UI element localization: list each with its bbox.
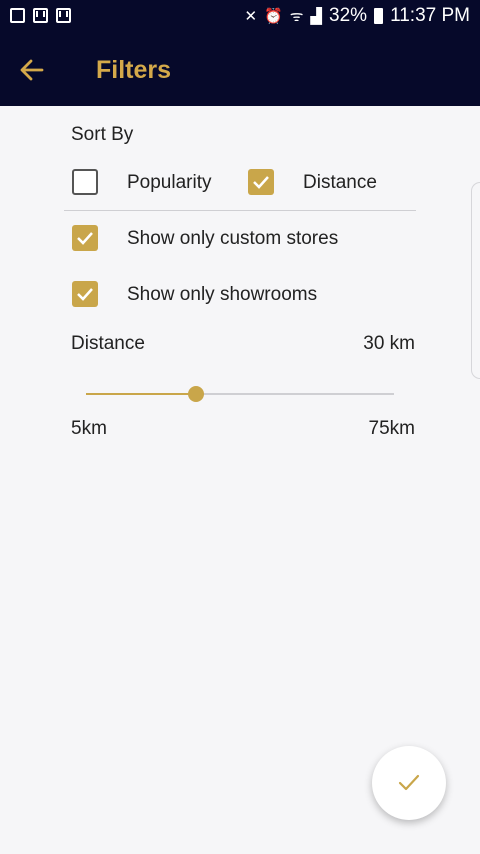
battery-icon bbox=[374, 8, 384, 24]
checkmark-icon bbox=[77, 232, 93, 245]
popularity-checkbox[interactable] bbox=[72, 169, 98, 195]
check-icon bbox=[398, 774, 420, 791]
custom-stores-label[interactable]: Show only custom stores bbox=[127, 228, 338, 250]
slider-track-fill bbox=[86, 393, 196, 395]
distance-sort-label[interactable]: Distance bbox=[303, 172, 377, 194]
system-icons: ✕ ⏰ ᯤ ▟ 32% 11:37 PM bbox=[245, 5, 470, 27]
signal-icon: ▟ bbox=[310, 8, 323, 25]
arrow-left-icon[interactable] bbox=[18, 56, 46, 84]
checkmark-icon bbox=[77, 288, 93, 301]
distance-min-label: 5km bbox=[71, 418, 107, 439]
sort-by-label: Sort By bbox=[71, 124, 134, 145]
gmail-icon bbox=[33, 8, 48, 23]
divider bbox=[64, 210, 416, 211]
notification-icons bbox=[10, 8, 71, 23]
status-bar: ✕ ⏰ ᯤ ▟ 32% 11:37 PM bbox=[0, 0, 480, 34]
distance-max-label: 75km bbox=[368, 418, 415, 439]
showrooms-label[interactable]: Show only showrooms bbox=[127, 284, 317, 306]
filters-panel: Sort By Popularity Distance Show only cu… bbox=[0, 106, 480, 854]
distance-value: 30 km bbox=[363, 333, 415, 354]
showrooms-checkbox[interactable] bbox=[72, 281, 98, 307]
slider-thumb[interactable] bbox=[188, 386, 204, 402]
page-title: Filters bbox=[96, 56, 172, 84]
popularity-label[interactable]: Popularity bbox=[127, 172, 212, 194]
gmail-icon bbox=[56, 8, 71, 23]
apply-filters-button[interactable] bbox=[372, 746, 446, 820]
alarm-icon: ⏰ bbox=[264, 8, 283, 25]
battery-percent: 32% bbox=[329, 5, 368, 26]
mute-icon: ✕ bbox=[244, 8, 258, 25]
clock: 11:37 PM bbox=[390, 5, 470, 26]
gallery-icon bbox=[10, 8, 25, 23]
checkmark-icon bbox=[253, 176, 269, 189]
distance-sort-checkbox[interactable] bbox=[248, 169, 274, 195]
custom-stores-checkbox[interactable] bbox=[72, 225, 98, 251]
app-bar: Filters bbox=[0, 34, 480, 106]
edge-panel-handle[interactable] bbox=[471, 182, 480, 379]
wifi-icon: ᯤ bbox=[289, 8, 304, 25]
distance-label: Distance bbox=[71, 333, 145, 354]
distance-slider[interactable] bbox=[86, 384, 394, 404]
